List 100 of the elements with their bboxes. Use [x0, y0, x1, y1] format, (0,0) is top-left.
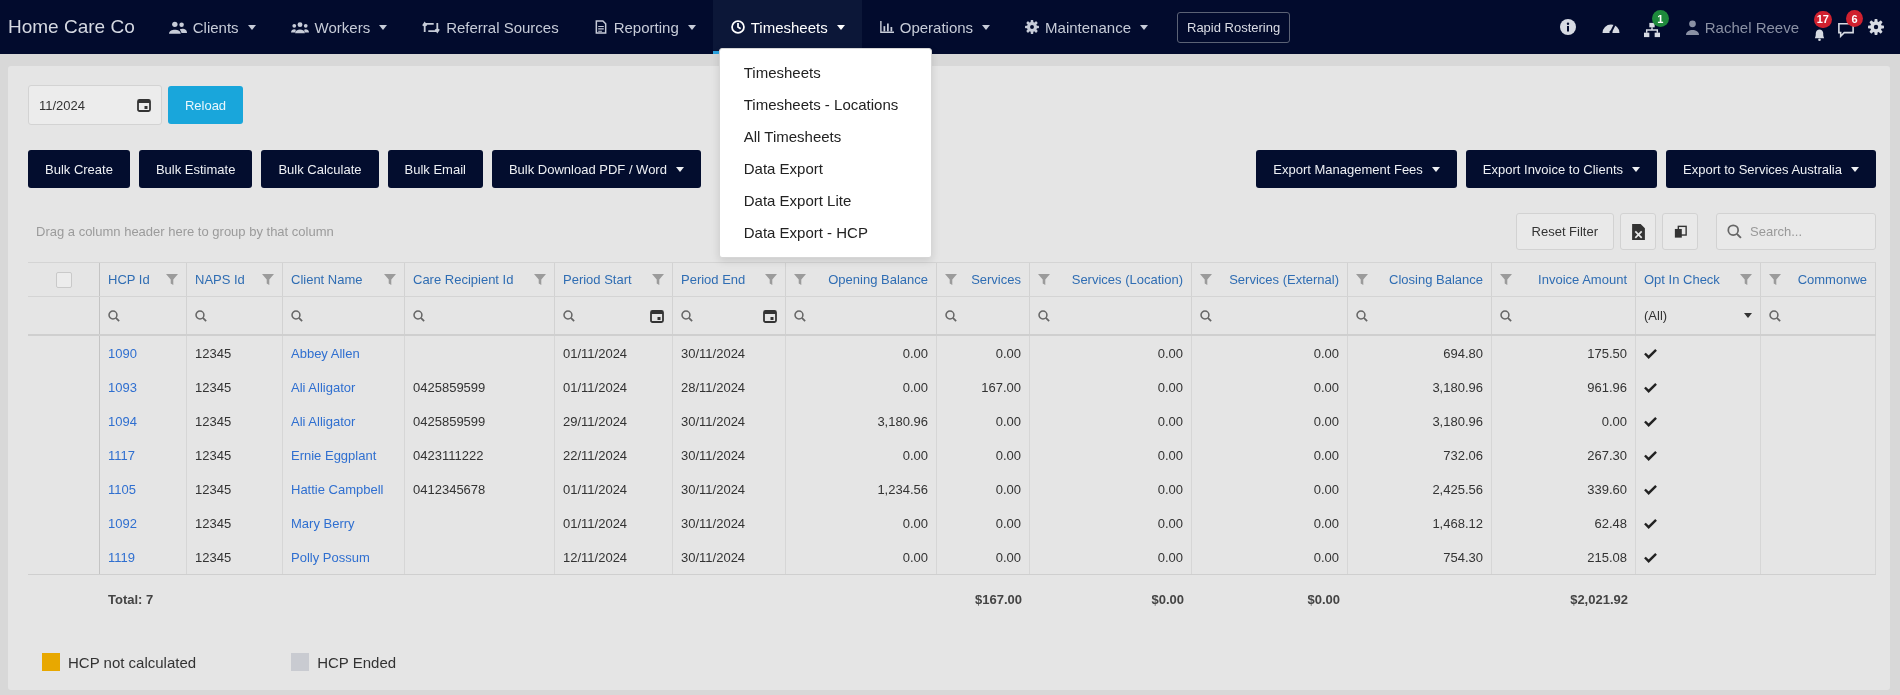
table-link[interactable]: 1119	[108, 549, 135, 565]
rapid-rostering-button[interactable]: Rapid Rostering	[1177, 11, 1291, 43]
bulk-action-button[interactable]: Bulk Create	[28, 150, 130, 188]
copy-button[interactable]	[1662, 213, 1698, 250]
table-link[interactable]: Ali Alligator	[291, 413, 356, 429]
dropdown-item[interactable]: All Timesheets	[719, 121, 931, 153]
search-icon	[1038, 309, 1050, 322]
table-cell: 0.00	[937, 472, 1030, 506]
table-cell: 0.00	[937, 506, 1030, 540]
settings-icon[interactable]	[1868, 19, 1884, 35]
nav-menu-item[interactable]: Maintenance	[1007, 0, 1165, 54]
table-link[interactable]: Hattie Campbell	[291, 481, 384, 497]
table-link[interactable]: Mary Berry	[291, 515, 355, 531]
info-icon[interactable]	[1559, 19, 1576, 35]
nav-menu-item[interactable]: Operations	[861, 0, 1008, 54]
table-cell: 12345	[187, 370, 283, 404]
column-header[interactable]: Client Name	[283, 263, 405, 296]
table-link[interactable]: 1105	[108, 481, 136, 497]
column-header[interactable]: Care Recipient Id	[405, 263, 555, 296]
filter-icon[interactable]	[1200, 274, 1212, 285]
column-header[interactable]: Services	[937, 263, 1030, 296]
bulk-action-button[interactable]: Bulk Calculate	[261, 150, 379, 188]
table-cell: 961.96	[1492, 370, 1636, 404]
column-header[interactable]: NAPS Id	[187, 263, 283, 296]
dropdown-item[interactable]: Data Export Lite	[719, 185, 931, 217]
filter-icon[interactable]	[765, 274, 777, 285]
nav-menu-item[interactable]: Referral Sources	[404, 0, 576, 54]
nav-menu-item[interactable]: Workers	[272, 0, 405, 54]
column-header[interactable]: HCP Id	[100, 263, 187, 296]
table-link[interactable]: Abbey Allen	[291, 345, 360, 361]
column-header[interactable]: Services (Location)	[1030, 263, 1192, 296]
table-cell: 0.00	[1192, 404, 1348, 438]
column-header[interactable]: Opening Balance	[786, 263, 937, 296]
table-link[interactable]: 1090	[108, 345, 137, 361]
nav-menu-item[interactable]: Reporting	[575, 0, 713, 54]
table-cell: 12345	[187, 438, 283, 472]
bulk-action-button[interactable]: Bulk Download PDF / Word	[491, 150, 701, 188]
table-cell: 732.06	[1348, 438, 1492, 472]
table-link[interactable]: 1092	[108, 515, 137, 531]
table-cell: 62.48	[1492, 506, 1636, 540]
table-link[interactable]: Ernie Eggplant	[291, 447, 377, 463]
table-link[interactable]: Polly Possum	[291, 549, 370, 565]
export-button[interactable]: Export Invoice to Clients	[1465, 150, 1658, 188]
table-cell: 01/11/2024	[555, 506, 673, 540]
table-cell: 0.00	[1192, 438, 1348, 472]
filter-icon[interactable]	[945, 274, 957, 285]
search-icon	[1769, 309, 1781, 322]
nav-menu-item[interactable]: Clients	[150, 0, 273, 54]
filter-dropdown[interactable]: (All)	[1636, 297, 1761, 334]
column-header[interactable]: Invoice Amount	[1492, 263, 1636, 296]
calendar-icon[interactable]	[650, 308, 664, 323]
table-cell: 0.00	[1192, 336, 1348, 370]
bulk-action-button[interactable]: Bulk Estimate	[138, 150, 253, 188]
select-all-checkbox[interactable]	[55, 271, 72, 288]
table-link[interactable]: Ali Alligator	[291, 379, 356, 395]
filter-icon[interactable]	[652, 274, 664, 285]
export-button[interactable]: Export to Services Australia	[1666, 150, 1876, 188]
search-field[interactable]: Search...	[1716, 213, 1876, 250]
reload-button[interactable]: Reload	[168, 86, 243, 124]
bell-icon[interactable]	[1813, 27, 1826, 41]
column-header[interactable]: Period End	[673, 263, 786, 296]
filter-icon[interactable]	[1769, 274, 1781, 285]
user-menu-link[interactable]: Rachel Reeve	[1685, 18, 1799, 36]
filter-icon[interactable]	[166, 274, 178, 285]
table-link[interactable]: 1117	[108, 447, 135, 463]
calendar-icon[interactable]	[763, 308, 777, 323]
table-link[interactable]: 1093	[108, 379, 137, 395]
table-cell: 12345	[187, 506, 283, 540]
filter-icon[interactable]	[1356, 274, 1368, 285]
search-icon	[1727, 224, 1742, 239]
search-icon	[1200, 309, 1212, 322]
filter-icon[interactable]	[1500, 274, 1512, 285]
filter-icon[interactable]	[1038, 274, 1050, 285]
column-header[interactable]: Closing Balance	[1348, 263, 1492, 296]
search-icon	[681, 309, 693, 322]
export-excel-button[interactable]	[1620, 213, 1656, 250]
month-field[interactable]: 11/2024	[28, 85, 162, 125]
filter-icon[interactable]	[794, 274, 806, 285]
filter-icon[interactable]	[384, 274, 396, 285]
calendar-icon[interactable]	[137, 98, 151, 112]
dropdown-item[interactable]: Data Export	[719, 153, 931, 185]
bulk-action-button[interactable]: Bulk Email	[387, 150, 483, 188]
filter-icon[interactable]	[534, 274, 546, 285]
reset-filter-button[interactable]: Reset Filter	[1515, 213, 1614, 250]
dropdown-item[interactable]: Timesheets	[719, 57, 931, 89]
dropdown-item[interactable]: Data Export - HCP	[719, 217, 931, 249]
export-button[interactable]: Export Management Fees	[1256, 150, 1457, 188]
dropdown-item[interactable]: Timesheets - Locations	[719, 89, 931, 121]
filter-icon[interactable]	[262, 274, 274, 285]
legend-label: HCP Ended	[317, 653, 397, 671]
table-cell: 267.30	[1492, 438, 1636, 472]
swap-arrows-icon	[422, 20, 441, 34]
column-header[interactable]: Period Start	[555, 263, 673, 296]
table-link[interactable]: 1094	[108, 413, 137, 429]
column-header[interactable]: Opt In Check	[1636, 263, 1761, 296]
chat-icon[interactable]	[1838, 22, 1854, 38]
filter-icon[interactable]	[1740, 274, 1752, 285]
column-header[interactable]: Services (External)	[1192, 263, 1348, 296]
brand-name[interactable]: Home Care Co	[8, 16, 135, 38]
column-header[interactable]: Commonwe	[1761, 263, 1876, 296]
